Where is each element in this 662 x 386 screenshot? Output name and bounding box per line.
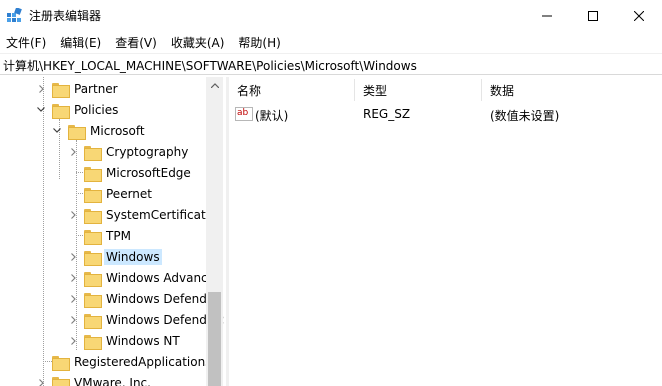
value-list: 名称 类型 数据 ab (默认) REG_SZ (数值未设置) (229, 77, 662, 386)
tree-item[interactable]: Windows (68, 246, 162, 267)
close-icon (634, 10, 644, 21)
value-type: REG_SZ (363, 107, 411, 121)
tree-item-label: RegisteredApplications (74, 354, 212, 369)
chevron-right-icon[interactable] (68, 204, 78, 225)
window-title: 注册表编辑器 (29, 9, 102, 23)
value-name: (默认) (255, 109, 289, 123)
tree-item[interactable]: Windows Advanced Threat Protection (68, 267, 224, 288)
menu-bar: 文件(F) 编辑(E) 查看(V) 收藏夹(A) 帮助(H) (0, 31, 662, 52)
folder-icon (84, 271, 102, 287)
title-bar: 注册表编辑器 (0, 0, 662, 31)
scroll-up-button[interactable] (206, 77, 223, 94)
tree-item[interactable]: Windows Defender (68, 288, 221, 309)
chevron-right-icon[interactable] (68, 309, 78, 330)
folder-icon (84, 250, 102, 266)
value-row[interactable]: ab (默认) REG_SZ (数值未设置) (229, 104, 662, 126)
tree-item-label: Policies (74, 102, 119, 117)
tree-item-label: SystemCertificates (106, 207, 220, 222)
tree-item[interactable]: RegisteredApplications (36, 351, 213, 372)
folder-icon (84, 187, 102, 203)
tree-item[interactable]: TPM (68, 225, 133, 246)
tree-item-label: Windows Defender (106, 291, 220, 306)
folder-icon (84, 313, 102, 329)
column-header-name[interactable]: 名称 (229, 77, 354, 103)
tree-item-label: Peernet (106, 186, 152, 201)
chevron-right-icon[interactable] (68, 141, 78, 162)
tree-item[interactable]: Peernet (68, 183, 154, 204)
tree-item-label: MicrosoftEdge (106, 165, 191, 180)
registry-editor-icon (7, 8, 22, 22)
chevron-right-icon[interactable] (68, 288, 78, 309)
folder-icon (84, 208, 102, 224)
tree-item[interactable]: Partner (36, 78, 120, 99)
tree-item[interactable]: Policies (36, 99, 120, 120)
menu-help[interactable]: 帮助(H) (232, 31, 288, 52)
menu-view[interactable]: 查看(V) (109, 31, 165, 52)
tree-item[interactable]: Windows NT (68, 330, 182, 351)
column-header-data[interactable]: 数据 (482, 77, 662, 103)
tree-item[interactable]: Microsoft (52, 120, 147, 141)
chevron-right-icon[interactable] (36, 372, 46, 386)
folder-icon (52, 82, 70, 98)
chevron-right-icon[interactable] (68, 330, 78, 351)
tree-item-label: Windows NT (106, 333, 180, 348)
tree-scrollbar[interactable] (206, 77, 223, 386)
string-value-icon: ab (235, 107, 253, 121)
folder-icon (52, 103, 70, 119)
tree-item-label: Partner (74, 81, 118, 96)
minimize-button[interactable] (524, 0, 570, 31)
menu-edit[interactable]: 编辑(E) (54, 31, 109, 52)
folder-icon (52, 355, 70, 371)
folder-icon (84, 166, 102, 182)
tree-item[interactable]: MicrosoftEdge (68, 162, 193, 183)
chevron-right-icon[interactable] (68, 246, 78, 267)
chevron-down-icon[interactable] (36, 99, 46, 120)
menu-favorites[interactable]: 收藏夹(A) (165, 31, 233, 52)
key-tree: Partner Policies Microsoft Cryptography Micr… (0, 77, 224, 386)
value-data: (数值未设置) (490, 109, 560, 123)
tree-item-label: Microsoft (90, 123, 145, 138)
tree-item-label: Windows (104, 248, 162, 265)
maximize-button[interactable] (570, 0, 616, 31)
folder-icon (52, 376, 70, 386)
tree-item[interactable]: Windows Defender Security Center (68, 309, 224, 330)
chevron-up-icon (210, 83, 219, 88)
scroll-thumb[interactable] (208, 292, 221, 386)
tree-item-label: VMware, Inc. (74, 375, 151, 386)
folder-icon (84, 334, 102, 350)
menu-file[interactable]: 文件(F) (0, 31, 54, 52)
minimize-icon (542, 15, 552, 16)
folder-icon (84, 229, 102, 245)
close-button[interactable] (616, 0, 662, 31)
tree-item[interactable]: SystemCertificates (68, 204, 221, 225)
chevron-right-icon[interactable] (68, 267, 78, 288)
tree-item-label: TPM (106, 228, 131, 243)
address-bar[interactable]: 计算机\HKEY_LOCAL_MACHINE\SOFTWARE\Policies… (0, 53, 662, 75)
tree-item[interactable]: Cryptography (68, 141, 190, 162)
tree-item-label: Cryptography (106, 144, 189, 159)
chevron-right-icon[interactable] (36, 78, 46, 99)
tree-connector (43, 77, 44, 386)
folder-icon (84, 292, 102, 308)
folder-icon (84, 145, 102, 161)
address-path: 计算机\HKEY_LOCAL_MACHINE\SOFTWARE\Policies… (3, 59, 417, 73)
chevron-down-icon[interactable] (52, 120, 62, 141)
folder-icon (68, 124, 86, 140)
column-header-type[interactable]: 类型 (355, 77, 481, 103)
tree-item[interactable]: VMware, Inc. (36, 372, 153, 386)
maximize-icon (588, 10, 598, 21)
